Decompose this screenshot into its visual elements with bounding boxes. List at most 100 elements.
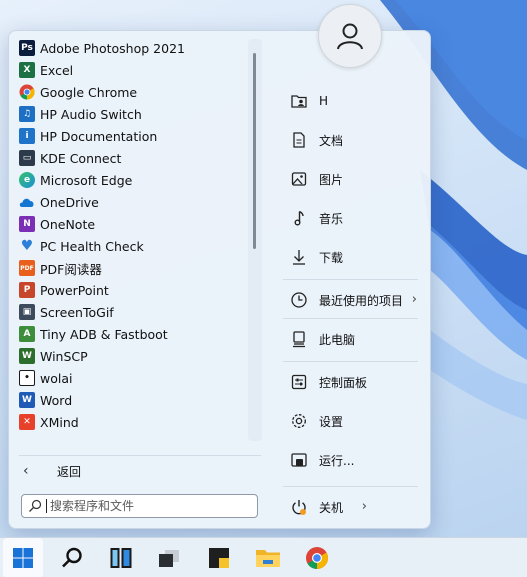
taskbar-button[interactable] — [149, 538, 189, 577]
app-item[interactable]: i HP Documentation — [9, 125, 255, 147]
tiny-adb-icon: A — [19, 326, 35, 342]
downloads-icon — [289, 247, 309, 267]
search-input-box[interactable] — [21, 494, 258, 518]
word-icon: W — [19, 392, 35, 408]
windows-start-icon — [12, 547, 34, 569]
winscp-icon: W — [19, 348, 35, 364]
all-apps-pane: Ps Adobe Photoshop 2021 X Excel Google Chrom… — [9, 31, 271, 518]
app-item[interactable]: W WinSCP — [9, 345, 255, 367]
place-item-pictures[interactable]: 图片 — [279, 166, 425, 192]
app-item[interactable]: ♥ PC Health Check — [9, 235, 255, 257]
app-label: Excel — [40, 62, 74, 78]
place-label: 控制面板 — [319, 375, 368, 390]
app-item[interactable]: Google Chrome — [9, 81, 255, 103]
app-label: PDF阅读器 — [40, 261, 102, 277]
app-item[interactable]: OneDrive — [9, 191, 255, 213]
place-item-run[interactable]: 运行... — [279, 447, 425, 473]
wolai-icon: • — [19, 370, 35, 386]
app-item[interactable]: ✕ XMind — [9, 411, 255, 433]
window-switcher-icon — [157, 546, 181, 570]
photoshop-icon: Ps — [19, 40, 35, 56]
screentogif-icon: ▣ — [19, 304, 35, 320]
settings-icon — [289, 411, 309, 431]
excel-icon: X — [19, 62, 35, 78]
app-label: wolai — [40, 370, 73, 386]
app-list-scrollbar[interactable] — [248, 39, 262, 441]
taskbar-button[interactable] — [3, 538, 43, 577]
chevron-left-icon: ‹ — [23, 463, 29, 479]
onenote-icon: N — [19, 216, 35, 232]
music-icon — [289, 208, 309, 228]
power-icon — [289, 497, 309, 517]
place-item-control-panel[interactable]: 控制面板 — [279, 369, 425, 395]
back-button[interactable]: ‹ 返回 — [23, 461, 81, 481]
app-label: KDE Connect — [40, 150, 122, 166]
chrome-icon — [305, 546, 329, 570]
place-item-shutdown[interactable]: 关机 › — [279, 494, 425, 520]
place-label: 图片 — [319, 172, 344, 187]
app-item[interactable]: A Tiny ADB & Fastboot — [9, 323, 255, 345]
app-label: Tiny ADB & Fastboot — [40, 326, 168, 342]
chevron-right-icon: › — [361, 499, 367, 514]
this-pc-icon — [289, 329, 309, 349]
app-item[interactable]: ▭ KDE Connect — [9, 147, 255, 169]
app-label: Microsoft Edge — [40, 172, 133, 188]
app-item[interactable]: ♫ HP Audio Switch — [9, 103, 255, 125]
place-item-this-pc[interactable]: 此电脑 — [279, 326, 425, 352]
app-item[interactable]: e Microsoft Edge — [9, 169, 255, 191]
app-item[interactable]: P PowerPoint — [9, 279, 255, 301]
divider — [283, 486, 418, 487]
app-item[interactable]: Ps Adobe Photoshop 2021 — [9, 37, 255, 59]
taskbar-button[interactable] — [248, 538, 288, 577]
app-label: ScreenToGif — [40, 304, 114, 320]
taskbar-button[interactable] — [199, 538, 239, 577]
chevron-right-icon: › — [411, 292, 417, 307]
place-label: 文档 — [319, 133, 344, 148]
place-label: 音乐 — [319, 211, 344, 226]
edge-icon: e — [19, 172, 35, 188]
text-caret — [46, 499, 47, 513]
scrollbar-thumb[interactable] — [253, 53, 256, 249]
xmind-icon: ✕ — [19, 414, 35, 430]
onedrive-icon — [19, 194, 35, 210]
app-item[interactable]: X Excel — [9, 59, 255, 81]
app-item[interactable]: W Word — [9, 389, 255, 411]
pc-health-check-icon: ♥ — [20, 238, 34, 254]
place-label: 最近使用的项目 — [319, 293, 404, 308]
place-label: 下载 — [319, 250, 344, 265]
place-label: H — [319, 94, 329, 108]
search-icon — [29, 499, 42, 512]
app-item[interactable]: PDF PDF阅读器 — [9, 257, 255, 279]
app-list: Ps Adobe Photoshop 2021 X Excel Google Chrom… — [9, 37, 255, 433]
taskbar — [0, 537, 527, 577]
kde-connect-icon: ▭ — [19, 150, 35, 166]
place-item-music[interactable]: 音乐 — [279, 205, 425, 231]
place-item-recent[interactable]: 最近使用的项目 › — [279, 287, 425, 313]
app-label: HP Documentation — [40, 128, 158, 144]
search-input[interactable] — [50, 499, 240, 513]
run-icon — [289, 450, 309, 470]
place-item-settings[interactable]: 设置 — [279, 408, 425, 434]
taskbar-button[interactable] — [297, 538, 337, 577]
start-menu: Ps Adobe Photoshop 2021 X Excel Google Chrom… — [8, 30, 431, 529]
divider — [283, 361, 418, 362]
user-folder-icon — [289, 91, 309, 111]
app-label: Adobe Photoshop 2021 — [40, 40, 185, 56]
app-item[interactable]: • wolai — [9, 367, 255, 389]
taskbar-button[interactable] — [101, 538, 141, 577]
file-explorer-icon — [255, 546, 281, 570]
place-label: 关机 — [319, 500, 344, 515]
app-label: Google Chrome — [40, 84, 138, 100]
user-avatar[interactable] — [318, 4, 382, 68]
taskbar-button[interactable] — [52, 538, 92, 577]
search-icon — [60, 546, 84, 570]
place-label: 运行... — [319, 453, 355, 468]
app-label: OneDrive — [40, 194, 99, 210]
app-item[interactable]: ▣ ScreenToGif — [9, 301, 255, 323]
app-item[interactable]: N OneNote — [9, 213, 255, 235]
place-item-downloads[interactable]: 下载 — [279, 244, 425, 270]
place-label: 此电脑 — [319, 332, 356, 347]
app-label: XMind — [40, 414, 79, 430]
place-item-user[interactable]: H — [279, 88, 425, 114]
place-item-documents[interactable]: 文档 — [279, 127, 425, 153]
